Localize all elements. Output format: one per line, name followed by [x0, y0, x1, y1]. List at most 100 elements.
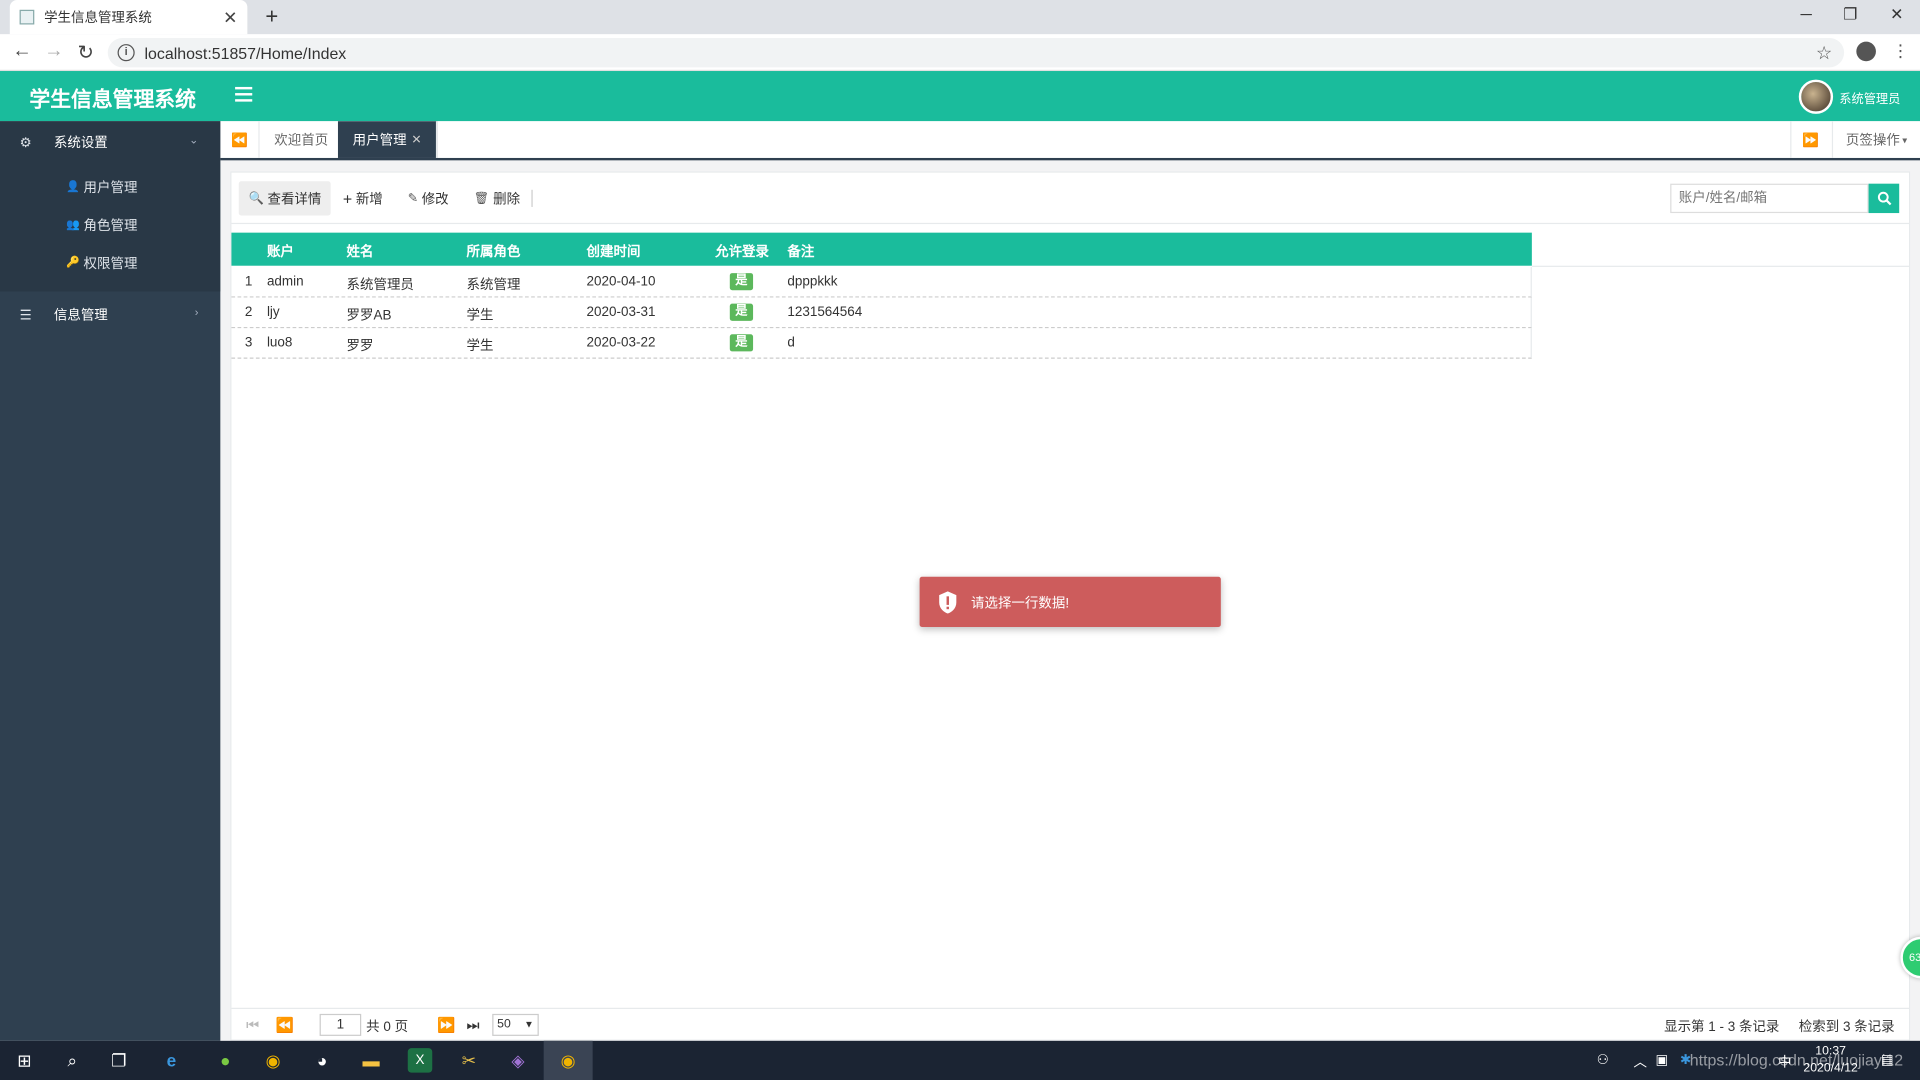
page-number-input[interactable]: 1	[319, 1013, 362, 1036]
sidebar-item-label: 权限管理	[83, 256, 138, 272]
minimize-icon[interactable]: ─	[1788, 5, 1825, 23]
folder-icon[interactable]: ▬	[359, 1048, 383, 1072]
github-icon[interactable]: ◕	[310, 1048, 334, 1072]
cell-note: d	[787, 335, 795, 351]
url-text: localhost:51857/Home/Index	[144, 43, 347, 62]
last-page-icon[interactable]: ⏭	[467, 1016, 480, 1034]
site-info-icon[interactable]: i	[117, 44, 135, 62]
caret-down-icon: ▼	[524, 1018, 534, 1030]
column-header-created[interactable]: 创建时间	[587, 241, 641, 261]
people-icon[interactable]: ⚇	[1597, 1052, 1609, 1068]
prev-page-icon[interactable]: ⏪	[276, 1016, 294, 1033]
taskbar: ⊞ ⌕ ❐ e ● ◉ ◕ ▬ X ✂ ◈ ◉ ⚇ ︿ ▣ ✱ 中 10:37 …	[0, 1040, 1920, 1080]
pager: ⏮ ⏪ 1 共 0 页 ⏩ ⏭ 50 ▼ 显示第 1 - 3 条记录 检索到 3…	[231, 1007, 1909, 1041]
close-tab-icon[interactable]: ✕	[411, 133, 421, 146]
page-ops-dropdown[interactable]: 页签操作 ▾	[1831, 121, 1920, 158]
task-view-icon[interactable]: ❐	[107, 1048, 131, 1072]
grid-header: 账户 姓名 所属角色 创建时间 允许登录 备注	[231, 232, 1532, 266]
avatar[interactable]	[1798, 79, 1834, 114]
cell-name: 罗罗AB	[346, 308, 392, 324]
chrome-active-icon[interactable]: ◉	[556, 1048, 580, 1072]
delete-label: 删除	[493, 192, 521, 207]
sidebar: ⚙ 系统设置 ⌄ 👤 用户管理 👥 角色管理 🔑 权限管理 ☰ 信息管理 ›	[0, 121, 221, 1041]
cell-role: 学生	[466, 339, 494, 354]
chrome-icon[interactable]: ◉	[261, 1048, 285, 1072]
view-details-label: 查看详情	[267, 192, 322, 207]
search-plus-icon: 🔍	[248, 191, 264, 206]
add-button[interactable]: + 新增	[333, 181, 393, 215]
column-header-note[interactable]: 备注	[787, 241, 814, 261]
next-page-icon[interactable]: ⏩	[437, 1016, 455, 1033]
windows-start-icon[interactable]: ⊞	[12, 1048, 36, 1072]
grid-toolbar: 🔍 查看详情 + 新增 ✎ 修改 🗑 删除	[231, 173, 1909, 225]
display-info: 显示第 1 - 3 条记录	[1664, 1020, 1780, 1035]
app-title: 学生信息管理系统	[29, 88, 196, 112]
delete-button[interactable]: 🗑 删除	[464, 181, 530, 215]
menu-toggle-icon[interactable]	[235, 86, 253, 102]
browser-tab-title: 学生信息管理系统	[44, 11, 152, 26]
user-name[interactable]: 系统管理员	[1839, 88, 1900, 106]
browser-toolbar: ← → ↻ i localhost:51857/Home/Index ☆ ⋮	[0, 34, 1920, 72]
total-pages: 共 0 页	[366, 1020, 409, 1035]
tabs-scroll-left-icon[interactable]: ⏪	[220, 121, 260, 158]
close-tab-icon[interactable]: ✕	[223, 7, 237, 28]
cell-created: 2020-03-22	[586, 335, 656, 351]
column-header-allow-login[interactable]: 允许登录	[715, 241, 769, 261]
sidebar-group-system-settings[interactable]: ⚙ 系统设置 ⌄	[0, 121, 221, 163]
back-icon[interactable]: ←	[10, 40, 34, 62]
reload-icon[interactable]: ↻	[73, 40, 97, 64]
tab-user-management[interactable]: 用户管理 ✕	[337, 121, 438, 158]
column-header-role[interactable]: 所属角色	[467, 241, 521, 261]
search-icon[interactable]: ⌕	[60, 1048, 84, 1072]
column-header-name[interactable]: 姓名	[347, 241, 374, 261]
browser-tab[interactable]: 学生信息管理系统 ✕	[9, 0, 248, 35]
sidebar-item-permission-management[interactable]: 🔑 权限管理	[0, 244, 220, 282]
app-header: 学生信息管理系统 系统管理员	[0, 71, 1920, 122]
app-green-icon[interactable]: ●	[213, 1048, 237, 1072]
column-header-account[interactable]: 账户	[267, 241, 294, 261]
search-button[interactable]	[1868, 183, 1900, 214]
first-page-icon[interactable]: ⏮	[246, 1016, 259, 1034]
add-label: 新增	[355, 192, 383, 207]
ie-icon[interactable]: e	[159, 1048, 183, 1072]
sidebar-submenu: 👤 用户管理 👥 角色管理 🔑 权限管理	[0, 162, 221, 292]
toolbar-divider	[531, 189, 533, 207]
browser-menu-icon[interactable]: ⋮	[1892, 40, 1909, 61]
tray-chevron-icon[interactable]: ︿	[1633, 1052, 1646, 1072]
sidebar-item-role-management[interactable]: 👥 角色管理	[0, 206, 220, 244]
table-row[interactable]: 3 luo8 罗罗 学生 2020-03-22 是 d	[231, 328, 1532, 359]
page-size-select[interactable]: 50 ▼	[492, 1013, 539, 1036]
trash-icon: 🗑	[473, 191, 490, 206]
table-row[interactable]: 1 admin 系统管理员 系统管理 2020-04-10 是 dpppkkk	[231, 266, 1532, 298]
cell-name: 系统管理员	[346, 277, 414, 293]
cell-note: 1231564564	[787, 304, 863, 320]
row-number: 1	[244, 274, 253, 289]
chevron-right-icon: ›	[194, 306, 199, 319]
status-badge: 是	[729, 273, 754, 291]
search-input[interactable]	[1670, 183, 1869, 214]
cell-note: dpppkkk	[787, 274, 838, 289]
sidebar-group-info-management[interactable]: ☰ 信息管理 ›	[0, 294, 220, 336]
found-info: 检索到 3 条记录	[1798, 1020, 1895, 1035]
view-details-button[interactable]: 🔍 查看详情	[238, 181, 332, 216]
account-icon[interactable]	[1856, 41, 1876, 62]
sidebar-item-user-management[interactable]: 👤 用户管理	[0, 168, 220, 206]
edit-button[interactable]: ✎ 修改	[398, 181, 458, 215]
visual-studio-icon[interactable]: ◈	[506, 1048, 530, 1072]
forward-icon[interactable]: →	[42, 40, 66, 62]
network-icon[interactable]: ▣	[1656, 1052, 1669, 1068]
tab-welcome[interactable]: 欢迎首页	[260, 121, 345, 158]
user-icon: 👤	[66, 180, 80, 193]
bookmark-star-icon[interactable]: ☆	[1816, 42, 1832, 64]
sidebar-group-label: 系统设置	[53, 135, 108, 151]
tab-label: 用户管理	[352, 133, 407, 149]
new-tab-button[interactable]: +	[260, 4, 284, 30]
address-bar[interactable]: i localhost:51857/Home/Index	[107, 37, 1845, 68]
window-close-icon[interactable]: ✕	[1878, 5, 1915, 25]
caret-down-icon: ▾	[1902, 134, 1908, 146]
table-row[interactable]: 2 ljy 罗罗AB 学生 2020-03-31 是 1231564564	[231, 297, 1532, 329]
excel-icon[interactable]: X	[407, 1048, 433, 1073]
restore-icon[interactable]: ❐	[1832, 5, 1869, 25]
tools-icon[interactable]: ✂	[457, 1048, 481, 1072]
tabs-scroll-right-icon[interactable]: ⏩	[1790, 121, 1829, 158]
